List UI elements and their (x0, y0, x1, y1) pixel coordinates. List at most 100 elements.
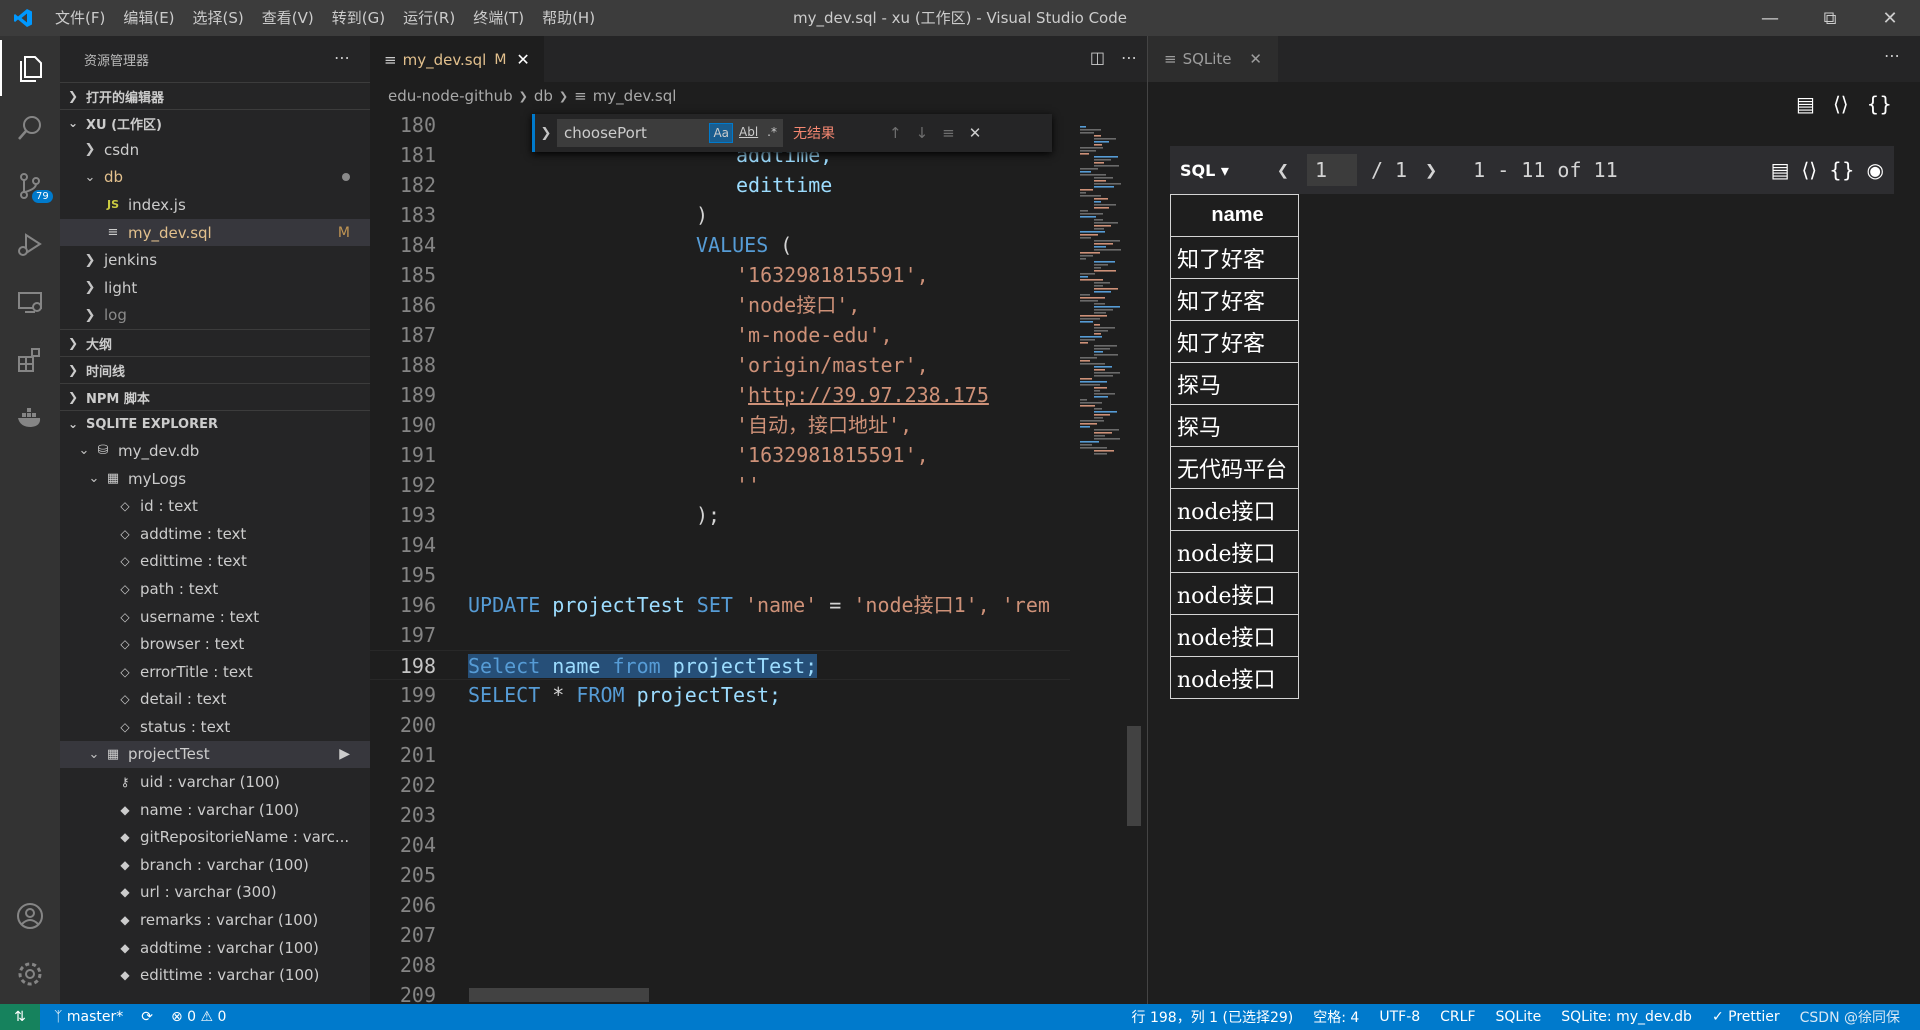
export-csv-icon[interactable]: ▤ (1771, 158, 1790, 182)
export-sql-icon[interactable]: ⟨⟩ (1833, 92, 1849, 116)
folder-csdn[interactable]: ❯ csdn (60, 136, 370, 164)
sqlite-column-item[interactable]: ◇ id : text (60, 492, 370, 520)
prettier-item[interactable]: ✓ Prettier (1712, 1009, 1780, 1025)
table-cell[interactable]: node接口 (1170, 656, 1299, 699)
code-line[interactable]: 196 UPDATE projectTest SET 'name' = 'node… (370, 590, 1070, 620)
sqlite-table-mylogs[interactable]: ⌄ ▦ myLogs (60, 465, 370, 493)
indentation[interactable]: 空格: 4 (1313, 1007, 1359, 1027)
table-cell[interactable]: 知了好客 (1170, 236, 1299, 279)
export-sql-icon[interactable]: ⟨⟩ (1801, 158, 1817, 182)
code-line[interactable]: 188 'origin/master', (370, 350, 1070, 380)
section-open-editors[interactable]: ❯ 打开的编辑器 (60, 82, 370, 109)
find-input[interactable]: choosePort Aa Abl .* (557, 119, 783, 147)
export-json-icon[interactable]: {} (1867, 92, 1892, 116)
sqlite-column-item[interactable]: ◆ edittime : varchar (100) (60, 961, 370, 989)
code-line[interactable]: 200 (370, 710, 1070, 740)
code-line[interactable]: 207 (370, 920, 1070, 950)
sqlite-column-item[interactable]: ◇ addtime : text (60, 520, 370, 548)
breadcrumb-item[interactable]: my_dev.sql (593, 87, 677, 105)
menu-help[interactable]: 帮助(H) (533, 0, 604, 36)
menu-file[interactable]: 文件(F) (46, 0, 114, 36)
sqlite-column-item[interactable]: ◇ edittime : text (60, 548, 370, 576)
table-cell[interactable]: 探马 (1170, 404, 1299, 447)
close-tab-icon[interactable]: ✕ (1249, 50, 1262, 68)
table-row[interactable]: node接口 (1170, 572, 1299, 615)
find-in-selection-icon[interactable]: ≡ (942, 124, 955, 142)
close-icon[interactable]: ✕ (1860, 0, 1920, 36)
breadcrumb-item[interactable]: edu-node-github (388, 87, 513, 105)
section-workspace[interactable]: ⌄ XU (工作区) (60, 109, 370, 136)
end-of-line[interactable]: CRLF (1440, 1009, 1475, 1025)
export-json-icon[interactable]: {} (1829, 158, 1854, 182)
sql-dropdown[interactable]: SQL ▾ (1180, 161, 1229, 180)
page-input[interactable]: 1 (1306, 154, 1357, 186)
code-line[interactable]: 201 (370, 740, 1070, 770)
horizontal-scrollbar[interactable] (469, 988, 649, 1002)
table-cell[interactable]: 探马 (1170, 362, 1299, 405)
code-line[interactable]: 195 (370, 560, 1070, 590)
file-index-js[interactable]: JS index.js (60, 191, 370, 219)
code-line[interactable]: 190 '自动，接口地址', (370, 410, 1070, 440)
code-line[interactable]: 187 'm-node-edu', (370, 320, 1070, 350)
breadcrumb-item[interactable]: db (534, 87, 553, 105)
folder-light[interactable]: ❯ light (60, 274, 370, 302)
settings-gear-icon[interactable] (0, 946, 60, 1002)
code-line[interactable]: 205 (370, 860, 1070, 890)
remote-explorer-icon[interactable] (0, 274, 60, 330)
minimize-icon[interactable]: — (1740, 0, 1800, 36)
sqlite-column-item[interactable]: ◇ username : text (60, 603, 370, 631)
menu-terminal[interactable]: 终端(T) (464, 0, 533, 36)
code-line[interactable]: 192 '' (370, 470, 1070, 500)
code-line[interactable]: 202 (370, 770, 1070, 800)
table-cell[interactable]: 无代码平台 (1170, 446, 1299, 489)
more-actions-icon[interactable]: ⋯ (1121, 48, 1137, 67)
menu-edit[interactable]: 编辑(E) (114, 0, 183, 36)
remote-indicator-icon[interactable]: ⇅ (0, 1004, 40, 1030)
menu-go[interactable]: 转到(G) (323, 0, 394, 36)
extensions-icon[interactable] (0, 332, 60, 388)
code-line[interactable]: 199 SELECT * FROM projectTest; (370, 680, 1070, 710)
table-row[interactable]: 知了好客 (1170, 278, 1299, 321)
code-line[interactable]: 197 (370, 620, 1070, 650)
table-row[interactable]: 探马 (1170, 362, 1299, 405)
encoding[interactable]: UTF-8 (1379, 1009, 1420, 1025)
table-cell[interactable]: node接口 (1170, 530, 1299, 573)
toggle-replace-chevron-icon[interactable]: ❯ (535, 126, 557, 141)
docker-icon[interactable] (0, 390, 60, 446)
code-line[interactable]: 194 (370, 530, 1070, 560)
code-line[interactable]: 182 edittime (370, 170, 1070, 200)
arrow-down-icon[interactable]: ↓ (916, 124, 929, 142)
sqlite-column-item[interactable]: ◆ remarks : varchar (100) (60, 906, 370, 934)
section-sqlite-explorer[interactable]: ⌄ SQLITE EXPLORER (60, 410, 370, 437)
table-cell[interactable]: node接口 (1170, 572, 1299, 615)
table-cell[interactable]: 知了好客 (1170, 278, 1299, 321)
code-line[interactable]: 183) (370, 200, 1070, 230)
menu-run[interactable]: 运行(R) (394, 0, 464, 36)
split-editor-icon[interactable]: ◫ (1090, 48, 1105, 67)
sync-icon[interactable]: ⟳ (141, 1009, 153, 1025)
section-outline[interactable]: ❯ 大纲 (60, 329, 370, 356)
table-row[interactable]: 无代码平台 (1170, 446, 1299, 489)
cursor-position[interactable]: 行 198，列 1 (已选择29) (1132, 1007, 1294, 1027)
arrow-up-icon[interactable]: ↑ (889, 124, 902, 142)
code-line[interactable]: 206 (370, 890, 1070, 920)
run-debug-icon[interactable] (0, 216, 60, 272)
close-icon[interactable]: ✕ (969, 124, 982, 142)
problems-item[interactable]: ⊗ 0 ⚠ 0 (171, 1009, 227, 1025)
source-control-icon[interactable]: 79 (0, 158, 60, 214)
code-line[interactable]: 189 'http://39.97.238.175 (370, 380, 1070, 410)
table-row[interactable]: node接口 (1170, 614, 1299, 657)
run-query-play-icon[interactable]: ▶ (339, 746, 350, 762)
sqlite-column-item[interactable]: ⚷ uid : varchar (100) (60, 768, 370, 796)
export-csv-icon[interactable]: ▤ (1796, 92, 1815, 116)
section-npm-scripts[interactable]: ❯ NPM 脚本 (60, 383, 370, 410)
accounts-icon[interactable] (0, 888, 60, 944)
code-area[interactable]: 180 181 addtime, 182 edittime 183) 184 VALUES (… (370, 110, 1070, 1004)
table-row[interactable]: 知了好客 (1170, 320, 1299, 363)
sqlite-column-item[interactable]: ◇ path : text (60, 575, 370, 603)
prev-page-icon[interactable]: ❮ (1277, 158, 1289, 182)
match-whole-word-toggle[interactable]: Abl (736, 123, 761, 143)
sqlite-column-item[interactable]: ◆ addtime : varchar (100) (60, 934, 370, 962)
tab-my-dev-sql[interactable]: ≡ my_dev.sql M ✕ (370, 36, 544, 82)
more-actions-icon[interactable]: ⋯ (1884, 46, 1900, 65)
